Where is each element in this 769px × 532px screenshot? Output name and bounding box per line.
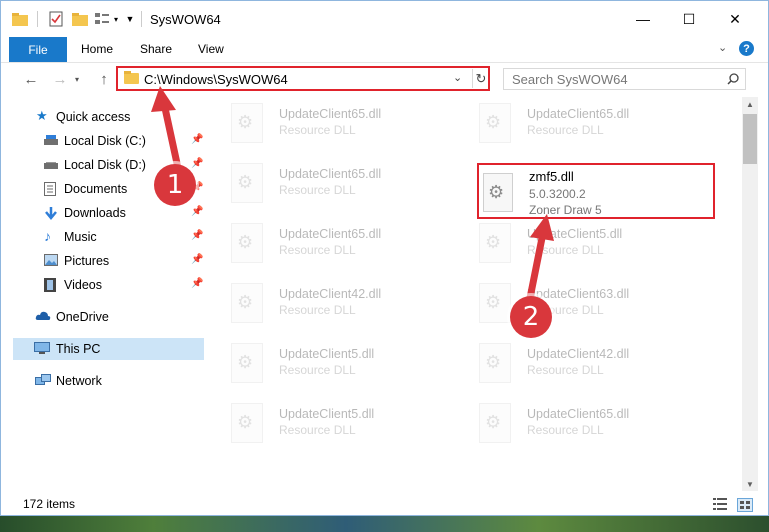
annotation-arrows [151,86,554,302]
step-2-badge: 2 [510,296,552,338]
step-1-badge: 1 [154,164,196,206]
arrow-1 [151,86,182,172]
arrow-2 [526,214,554,302]
